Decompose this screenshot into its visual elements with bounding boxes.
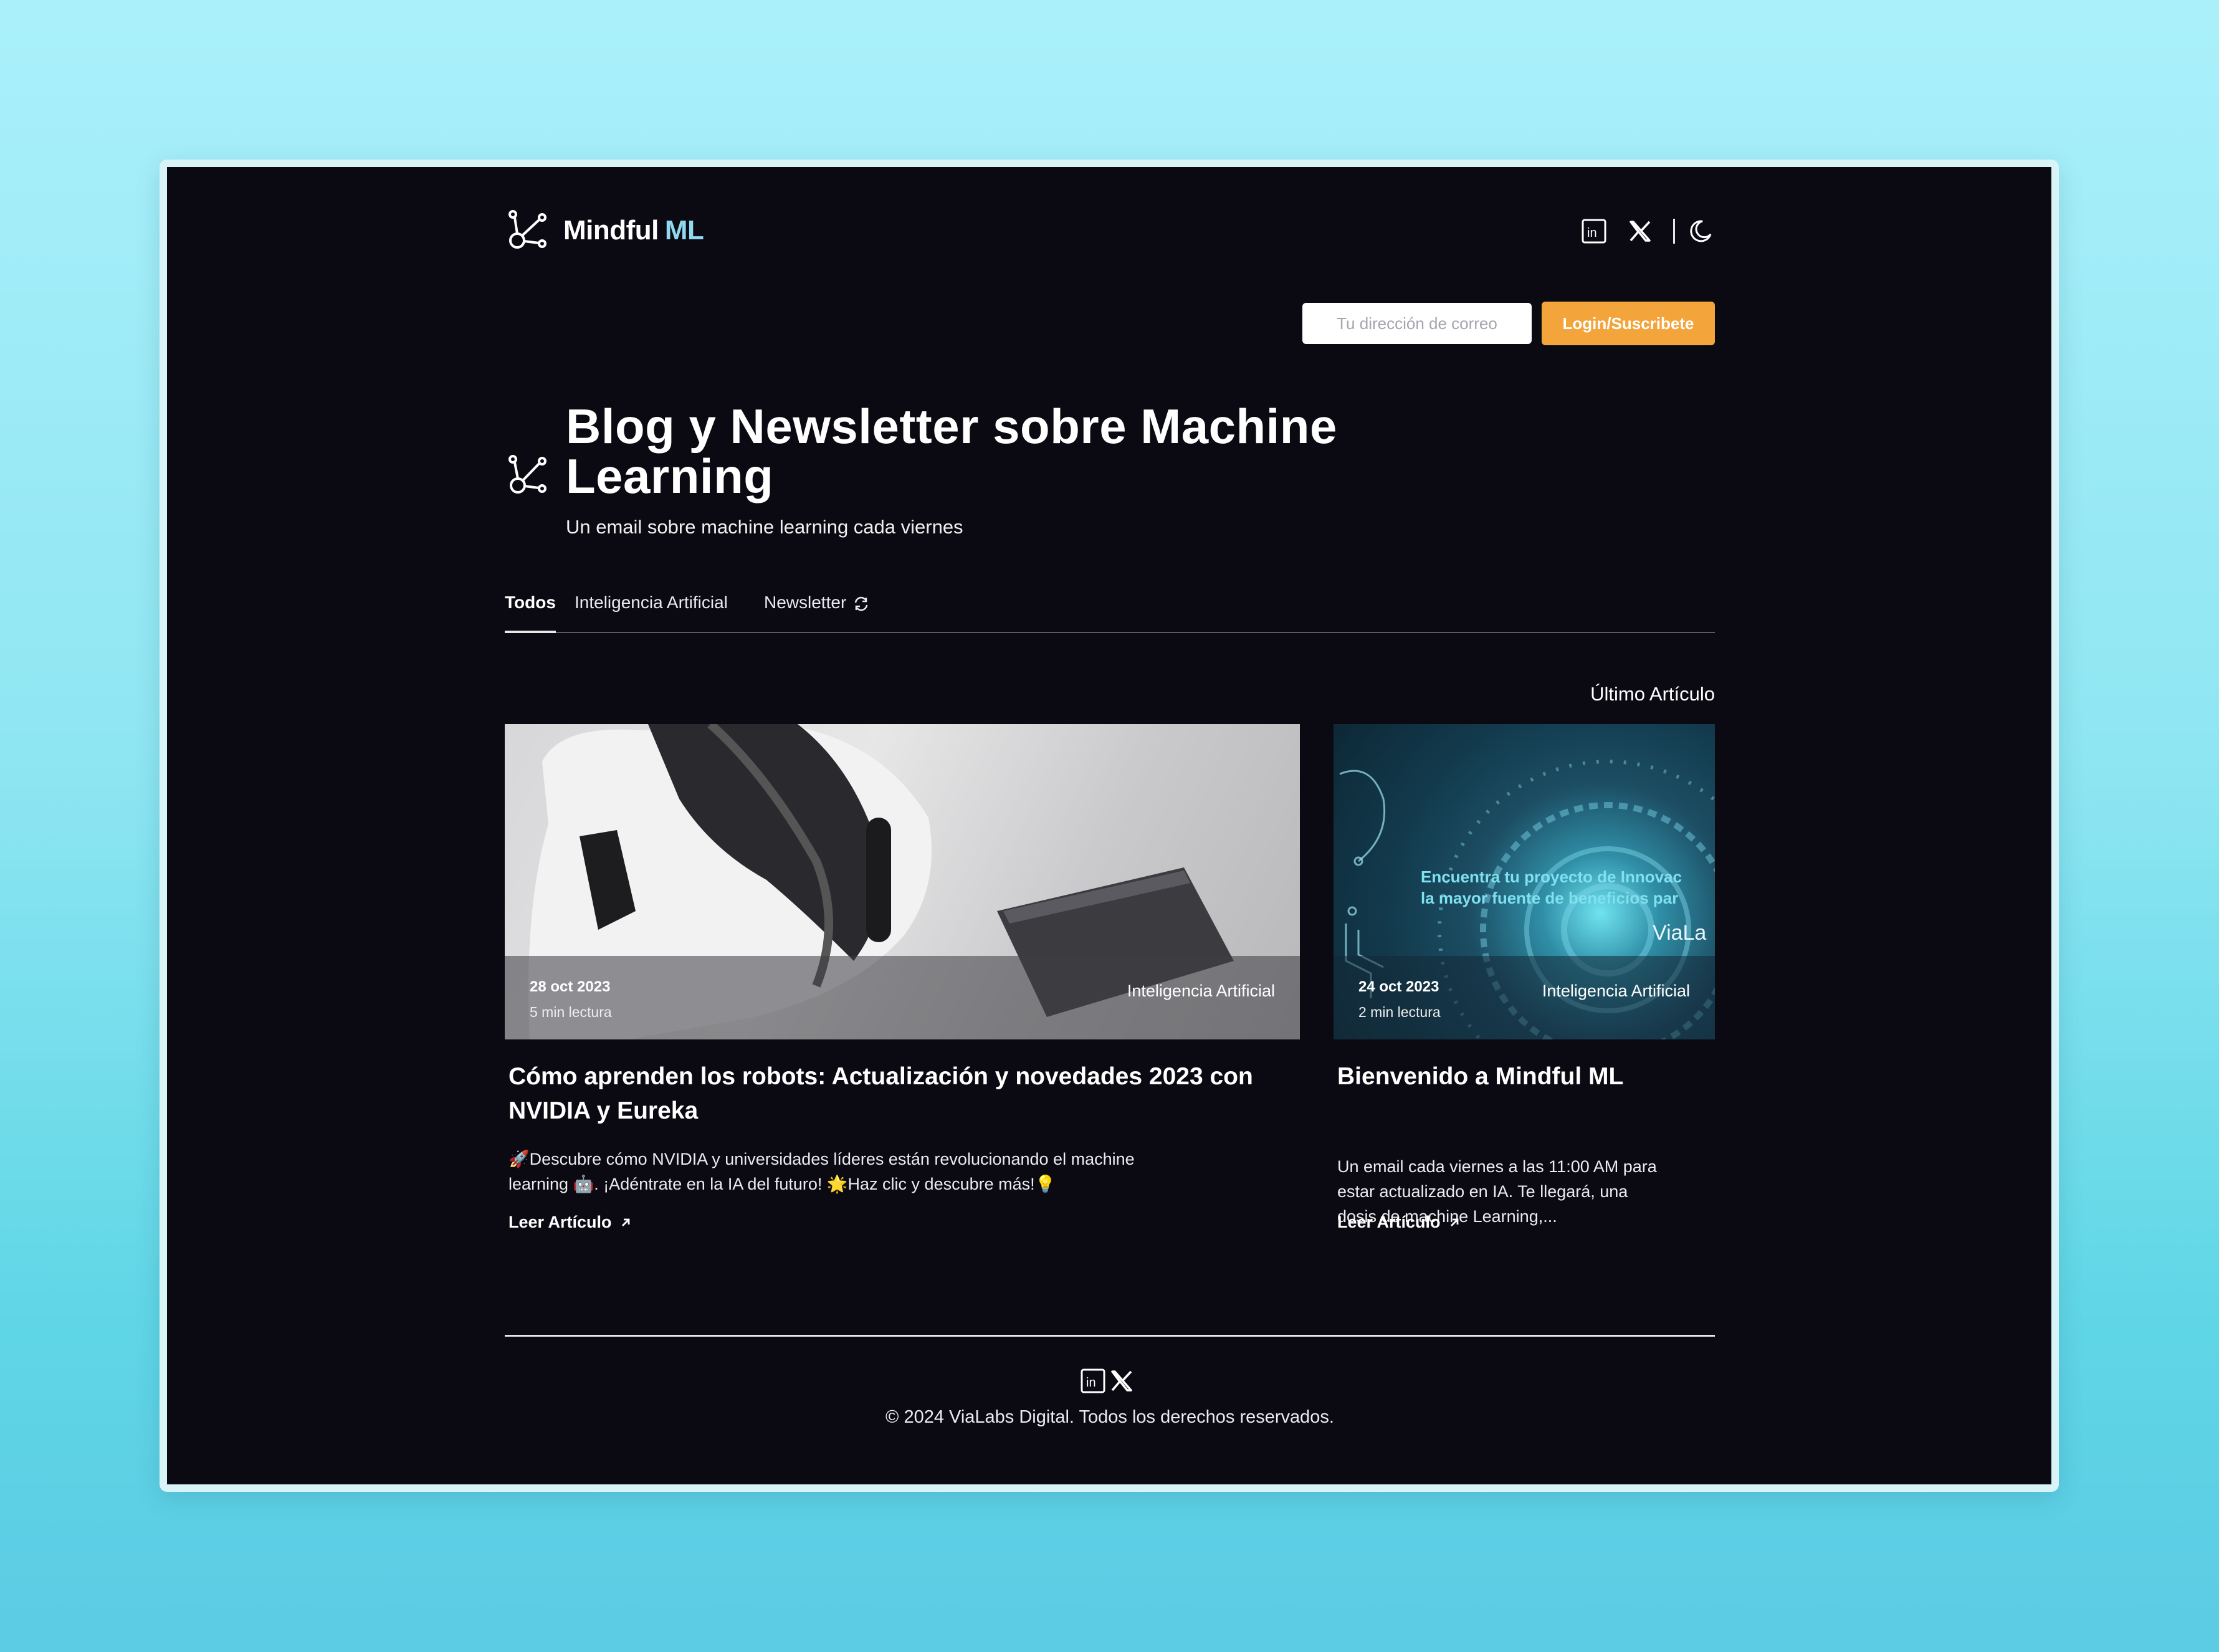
article-category[interactable]: Inteligencia Artificial — [1542, 981, 1690, 1001]
arrow-up-right-icon — [621, 1218, 629, 1226]
linkedin-icon[interactable]: in — [1081, 1368, 1105, 1397]
page-subtitle: Un email sobre machine learning cada vie… — [566, 516, 963, 538]
article-title[interactable]: Bienvenido a Mindful ML — [1337, 1059, 1711, 1094]
article-date: 28 oct 2023 — [530, 978, 611, 995]
svg-text:in: in — [1587, 226, 1597, 240]
refresh-icon — [855, 596, 868, 611]
tab-inteligencia-artificial[interactable]: Inteligencia Artificial — [575, 588, 728, 632]
header-actions: in — [1580, 217, 1715, 246]
image-caption-line-1: Encuentra tu proyecto de Innovac — [1421, 867, 1682, 886]
article-image-innovation[interactable]: Encuentra tu proyecto de Innovac la mayo… — [1334, 724, 1715, 1039]
page-title: Blog y Newsletter sobre Machine Learning — [566, 399, 1337, 504]
linkedin-icon[interactable]: in — [1580, 217, 1608, 246]
footer-social: in — [1081, 1368, 1133, 1397]
page-window: MindfulML in Login/Suscribete — [167, 167, 2051, 1484]
browser-frame: MindfulML in Login/Suscribete — [160, 160, 2059, 1492]
site-logo[interactable]: Mindful ML — [505, 208, 704, 253]
article-meta-overlay: 28 oct 2023 5 min lectura Inteligencia A… — [505, 956, 1300, 1039]
image-caption-line-2: la mayor fuente de beneficios par — [1421, 889, 1678, 907]
copyright-text: © 2024 ViaLabs Digital. Todos los derech… — [885, 1407, 1334, 1427]
article-meta-overlay: 24 oct 2023 2 min lectura Inteligencia A… — [1334, 956, 1715, 1039]
footer-divider — [505, 1335, 1715, 1337]
read-article-label: Leer Artículo — [508, 1213, 612, 1231]
article-read-time: 5 min lectura — [530, 1004, 612, 1020]
image-brand-text: ViaLa — [1653, 921, 1706, 945]
tab-todos[interactable]: Todos — [505, 588, 556, 633]
article-description: 🚀Descubre cómo NVIDIA y universidades lí… — [508, 1150, 1135, 1193]
header-divider — [1673, 219, 1675, 244]
tab-newsletter[interactable]: Newsletter — [764, 588, 870, 632]
site-name: Mindful ML — [563, 215, 704, 246]
login-subscribe-button[interactable]: Login/Suscribete — [1542, 302, 1715, 345]
main-container: MindfulML in Login/Suscribete — [505, 167, 1715, 1484]
category-tabs: Todos Inteligencia Artificial Newsletter — [505, 588, 1715, 633]
latest-article-label: Último Artículo — [1590, 683, 1715, 705]
article-date: 24 oct 2023 — [1358, 978, 1439, 995]
network-icon — [508, 210, 546, 249]
svg-text:in: in — [1086, 1376, 1096, 1390]
email-input[interactable] — [1302, 303, 1532, 344]
arrow-up-right-icon — [1450, 1218, 1458, 1226]
site-name-accent: ML — [664, 215, 704, 246]
tab-newsletter-label: Newsletter — [764, 593, 847, 612]
article-title[interactable]: Cómo aprenden los robots: Actualización … — [508, 1059, 1269, 1128]
moon-icon[interactable] — [1686, 217, 1715, 246]
x-icon[interactable] — [1626, 217, 1654, 246]
article-read-time: 2 min lectura — [1358, 1004, 1441, 1020]
read-article-link[interactable]: Leer Artículo — [1337, 1213, 1461, 1232]
article-category[interactable]: Inteligencia Artificial — [1127, 981, 1275, 1001]
read-article-link[interactable]: Leer Artículo — [508, 1213, 632, 1232]
x-icon[interactable] — [1110, 1370, 1133, 1395]
network-icon — [508, 455, 546, 494]
article-image-robot[interactable]: 28 oct 2023 5 min lectura Inteligencia A… — [505, 724, 1300, 1039]
read-article-label: Leer Artículo — [1337, 1213, 1441, 1231]
